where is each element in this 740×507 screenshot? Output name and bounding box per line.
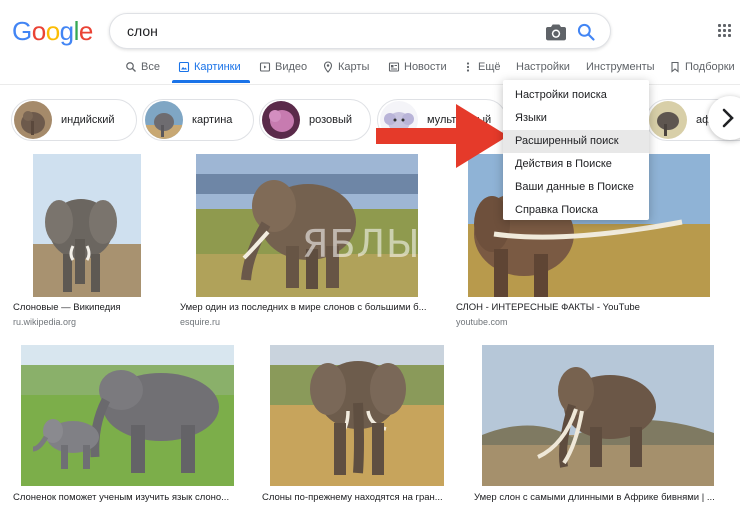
result-image[interactable]	[472, 345, 724, 486]
red-arrow-icon	[376, 104, 508, 168]
active-tab-indicator	[172, 80, 250, 83]
tab-more[interactable]: Ещё	[462, 61, 501, 73]
menu-item-your-data[interactable]: Ваши данные в Поиске	[503, 176, 649, 199]
watermark: ЯБЛЫК	[302, 222, 449, 266]
result-caption[interactable]: Слоновые — Википедия	[13, 302, 163, 313]
chip-thumbnail	[262, 101, 300, 139]
result-source: ru.wikipedia.org	[13, 317, 77, 327]
chip-thumbnail	[649, 101, 687, 139]
menu-item-search-settings[interactable]: Настройки поиска	[503, 84, 649, 107]
tab-label: Все	[141, 61, 160, 73]
result-caption[interactable]: Умер слон с самыми длинными в Африке бив…	[474, 492, 724, 503]
tab-images[interactable]: Картинки	[178, 61, 241, 73]
chip-pink[interactable]: розовый	[259, 99, 371, 141]
more-vertical-icon	[466, 62, 470, 72]
google-logo[interactable]: Google	[12, 16, 93, 47]
result-caption[interactable]: СЛОН - ИНТЕРЕСНЫЕ ФАКТЫ - YouTube	[456, 302, 724, 313]
settings-dropdown-menu: Настройки поиска Языки Расширенный поиск…	[503, 80, 649, 220]
logo-letter: g	[59, 16, 74, 46]
search-box[interactable]: слон	[109, 13, 611, 49]
tab-label: Подборки	[685, 61, 735, 73]
tab-label: Карты	[338, 61, 370, 73]
result-caption[interactable]: Слоны по-прежнему находятся на гран...	[262, 492, 454, 503]
result-source: youtube.com	[456, 317, 508, 327]
chip-thumbnail	[145, 101, 183, 139]
tab-video[interactable]: Видео	[259, 61, 307, 73]
tab-all[interactable]: Все	[125, 61, 160, 73]
tab-label: Картинки	[194, 61, 241, 73]
chip-label: розовый	[309, 114, 353, 126]
chip-label: картина	[192, 114, 233, 126]
search-input[interactable]: слон	[127, 23, 158, 39]
menu-item-search-activity[interactable]: Действия в Поиске	[503, 153, 649, 176]
chip-thumbnail	[14, 101, 52, 139]
tab-settings[interactable]: Настройки	[516, 61, 570, 73]
tab-label: Настройки	[516, 61, 570, 73]
apps-grid-icon[interactable]	[718, 24, 732, 38]
news-icon	[388, 62, 400, 72]
menu-item-languages[interactable]: Языки	[503, 107, 649, 130]
camera-icon[interactable]	[546, 23, 566, 41]
result-image[interactable]	[260, 345, 454, 486]
chip-label: индийский	[61, 114, 115, 126]
logo-letter: G	[12, 16, 32, 46]
result-image[interactable]	[11, 154, 161, 297]
tab-news[interactable]: Новости	[388, 61, 447, 73]
search-icon[interactable]	[576, 22, 596, 42]
tab-label: Новости	[404, 61, 447, 73]
tab-tools[interactable]: Инструменты	[586, 61, 655, 73]
tab-label: Видео	[275, 61, 308, 73]
search-icon	[126, 62, 136, 72]
result-caption[interactable]: Слоненок поможет ученым изучить язык сло…	[13, 492, 246, 503]
google-images-page: Google слон Все Картинки Видео Карты Нов…	[0, 0, 740, 507]
logo-letter: o	[45, 16, 60, 46]
logo-letter: e	[78, 16, 93, 46]
image-icon	[178, 61, 190, 73]
result-source: esquire.ru	[180, 317, 221, 327]
menu-item-advanced-search[interactable]: Расширенный поиск	[503, 130, 649, 153]
video-icon	[259, 62, 271, 72]
menu-item-search-help[interactable]: Справка Поиска	[503, 199, 649, 222]
map-pin-icon	[323, 61, 333, 73]
tab-label: Ещё	[478, 61, 501, 73]
bookmark-icon	[671, 61, 679, 73]
result-image[interactable]	[11, 345, 244, 486]
chip-painting[interactable]: картина	[142, 99, 254, 141]
tab-collections[interactable]: Подборки	[669, 61, 735, 73]
search-tabs: Все Картинки Видео Карты Новости Ещё Нас…	[0, 56, 740, 83]
tab-label: Инструменты	[586, 61, 655, 73]
tab-maps[interactable]: Карты	[322, 61, 369, 73]
chevron-right-icon	[722, 108, 734, 128]
result-caption[interactable]: Умер один из последних в мире слонов с б…	[180, 302, 436, 313]
logo-letter: o	[31, 16, 46, 46]
chip-indian[interactable]: индийский	[11, 99, 137, 141]
